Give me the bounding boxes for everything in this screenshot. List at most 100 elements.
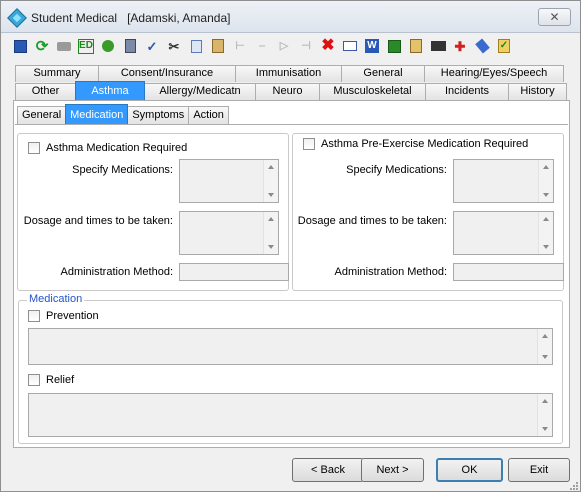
specify-medications-memo-right[interactable] [453,159,554,203]
paste-icon [212,39,224,53]
cut-button[interactable]: ✂ [163,35,185,57]
subtab-action[interactable]: Action [188,106,229,124]
asthma-medication-required-checkbox[interactable] [28,142,40,154]
tab-musculoskeletal[interactable]: Musculoskeletal [319,83,426,100]
subtab-general[interactable]: General [17,106,67,124]
pre-exercise-medication-required-label: Asthma Pre-Exercise Medication Required [321,138,529,150]
checklist-button[interactable]: ✓ [493,35,515,57]
last-record-icon: ⊣ [301,39,311,52]
save-button[interactable] [9,35,31,57]
tab-general-main[interactable]: General [341,65,425,82]
film-icon [430,41,446,51]
previous-record-button[interactable]: ‒ [251,35,273,57]
refresh-button[interactable]: ⟳ [31,35,53,57]
first-record-button[interactable]: ⊢ [229,35,251,57]
tab-summary[interactable]: Summary [15,65,99,82]
print-button[interactable] [53,35,75,57]
scroll-up-icon [543,165,549,169]
tab-other[interactable]: Other [15,83,76,100]
relief-label: Relief [46,374,75,386]
scroll-down-icon [543,245,549,249]
specify-medications-label-right: Specify Medications: [346,164,447,176]
print-icon [57,41,71,51]
tree-button[interactable] [97,35,119,57]
prevention-memo[interactable] [28,328,553,365]
next-button[interactable]: Next > [361,458,424,482]
close-button[interactable]: ✕ [538,8,571,26]
tab-hearing-eyes-speech[interactable]: Hearing/Eyes/Speech [424,65,564,82]
back-button[interactable]: < Back [292,458,364,482]
subtab-medication[interactable]: Medication [65,104,129,124]
subtab-symptoms[interactable]: Symptoms [127,106,190,124]
tab-incidents-label: Incidents [444,85,490,97]
scroll-down-icon [542,355,548,359]
scroll-up-icon [543,217,549,221]
delete-button[interactable]: ✖ [317,35,339,57]
relief-memo[interactable] [28,393,553,437]
relief-row[interactable]: Relief [28,374,74,386]
word-button[interactable]: W [361,35,383,57]
word-icon: W [365,39,379,53]
administration-method-field-left[interactable] [179,263,289,281]
scrollbar-dosage-right[interactable] [538,212,553,254]
exit-button[interactable]: Exit [508,458,570,482]
paste-button[interactable] [207,35,229,57]
tab-neuro[interactable]: Neuro [255,83,320,100]
ed-button[interactable]: ED [75,35,97,57]
scrollbar-specify-right[interactable] [538,160,553,202]
dosage-label-right: Dosage and times to be taken: [297,215,447,227]
spellcheck-icon: ✓ [146,38,158,54]
resize-grip[interactable] [569,481,579,491]
spellcheck-button[interactable]: ✓ [141,35,163,57]
clipboard-button[interactable] [405,35,427,57]
tab-hearing-eyes-speech-label: Hearing/Eyes/Speech [440,67,548,79]
tree-icon [102,40,114,52]
copy-button[interactable] [185,35,207,57]
prevention-checkbox[interactable] [28,310,40,322]
tab-incidents[interactable]: Incidents [425,83,509,100]
tag-button[interactable] [471,35,493,57]
tab-history[interactable]: History [508,83,567,100]
scrollbar-relief[interactable] [537,394,552,436]
medical-button[interactable]: ✚ [449,35,471,57]
tab-asthma[interactable]: Asthma [75,81,145,100]
administration-method-field-right[interactable] [453,263,564,281]
scroll-up-icon [268,217,274,221]
grid-button[interactable] [383,35,405,57]
scrollbar-prevention[interactable] [537,329,552,364]
asthma-medication-required-label: Asthma Medication Required [46,142,188,154]
scrollbar-specify-left[interactable] [263,160,278,202]
subtab-symptoms-label: Symptoms [132,109,185,121]
tab-consent-insurance[interactable]: Consent/Insurance [98,65,236,82]
scrollbar-dosage-left[interactable] [263,212,278,254]
specify-medications-label-left: Specify Medications: [72,164,173,176]
tab-immunisation[interactable]: Immunisation [235,65,342,82]
scroll-down-icon [268,193,274,197]
cut-icon: ✂ [168,38,180,54]
toolbar: ⟳ ED ✓ ✂ ⊢ ‒ ▷ ⊣ ✖ W ✚ ✓ [9,35,515,57]
calculator-button[interactable] [119,35,141,57]
subtab-action-label: Action [193,109,224,121]
tab-asthma-label: Asthma [91,85,129,97]
mail-button[interactable] [339,35,361,57]
tab-allergy-medicatn[interactable]: Allergy/Medicatn [144,83,256,100]
administration-method-label-left: Administration Method: [60,266,174,278]
pre-exercise-medication-required-checkbox[interactable] [303,138,315,150]
delete-icon: ✖ [321,37,335,54]
scroll-down-icon [268,245,274,249]
scroll-up-icon [542,334,548,338]
dosage-memo-right[interactable] [453,211,554,255]
relief-checkbox[interactable] [28,374,40,386]
ed-icon: ED [78,38,94,54]
specify-medications-memo-left[interactable] [179,159,279,203]
next-record-button[interactable]: ▷ [273,35,295,57]
pre-exercise-medication-required-row[interactable]: Asthma Pre-Exercise Medication Required [303,138,528,150]
asthma-medication-required-row[interactable]: Asthma Medication Required [28,142,187,154]
medication-group-legend: Medication [27,293,85,305]
film-button[interactable] [427,35,449,57]
last-record-button[interactable]: ⊣ [295,35,317,57]
save-icon [13,39,27,53]
prevention-row[interactable]: Prevention [28,310,99,322]
ok-button[interactable]: OK [436,458,503,482]
dosage-memo-left[interactable] [179,211,279,255]
